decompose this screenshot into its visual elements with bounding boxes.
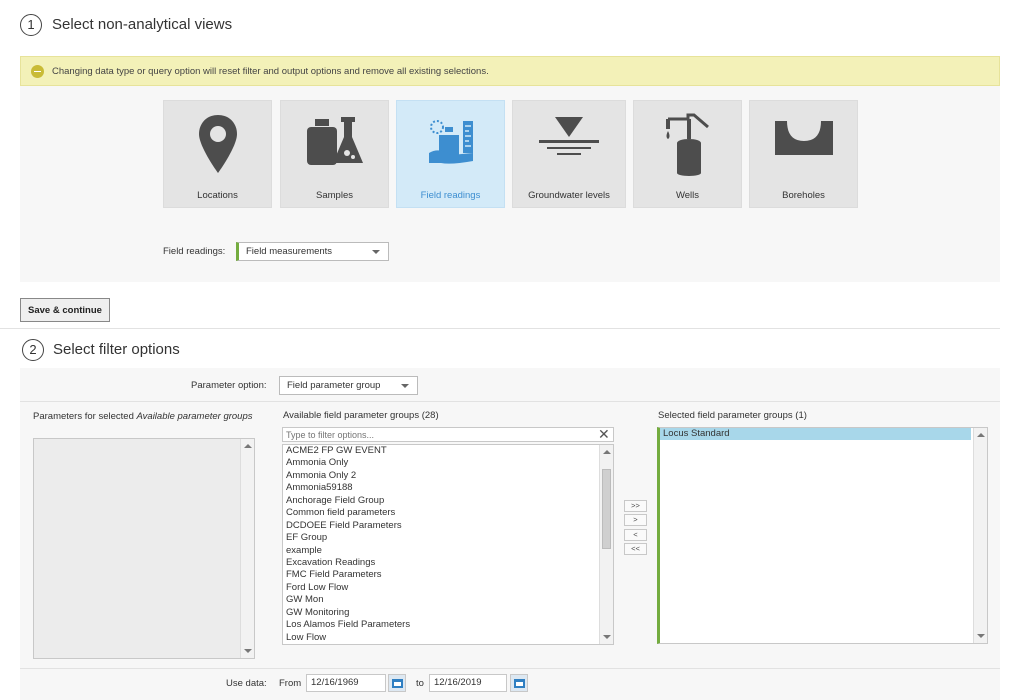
tile-label: Boreholes xyxy=(782,190,825,201)
chevron-down-icon xyxy=(401,384,409,388)
tile-label: Samples xyxy=(316,190,353,201)
save-continue-button[interactable]: Save & continue xyxy=(20,298,110,322)
step-1-number: 1 xyxy=(20,14,42,36)
scrollbar[interactable] xyxy=(599,445,613,644)
section-divider xyxy=(0,328,1000,329)
list-item[interactable]: GW Monitoring xyxy=(283,607,597,619)
tile-label: Groundwater levels xyxy=(528,190,610,201)
close-icon[interactable]: ✕ xyxy=(598,426,610,442)
to-date-input[interactable]: 12/16/2019 xyxy=(429,674,507,692)
list-item[interactable]: Ammonia Only xyxy=(283,457,597,469)
scroll-up-icon[interactable] xyxy=(244,444,252,448)
scroll-down-icon[interactable] xyxy=(244,649,252,653)
samples-icon xyxy=(306,117,363,165)
to-label: to xyxy=(416,678,424,689)
warning-text: Changing data type or query option will … xyxy=(52,65,489,77)
list-item[interactable]: Common field parameters xyxy=(283,507,597,519)
tile-wells[interactable]: Wells xyxy=(633,100,742,208)
calendar-icon[interactable] xyxy=(510,674,528,692)
list-item[interactable]: EF Group xyxy=(283,532,597,544)
parameter-option-value: Field parameter group xyxy=(287,380,381,391)
move-right-button[interactable]: > xyxy=(624,514,647,526)
available-groups-header: Available field parameter groups (28) xyxy=(283,410,439,421)
chevron-down-icon xyxy=(372,250,380,254)
scroll-up-icon[interactable] xyxy=(977,433,985,437)
tile-samples[interactable]: Samples xyxy=(280,100,389,208)
calendar-icon[interactable] xyxy=(388,674,406,692)
step-2-number: 2 xyxy=(22,339,44,361)
well-icon xyxy=(665,113,709,176)
filter-input[interactable] xyxy=(282,427,614,442)
move-all-right-button[interactable]: >> xyxy=(624,500,647,512)
list-item[interactable]: example xyxy=(283,545,597,557)
parameter-option-select[interactable]: Field parameter group xyxy=(279,376,418,395)
tile-field-readings[interactable]: Field readings xyxy=(396,100,505,208)
step-1-title: Select non-analytical views xyxy=(52,16,233,33)
borehole-icon xyxy=(774,121,833,155)
scroll-down-icon[interactable] xyxy=(603,635,611,639)
scroll-up-icon[interactable] xyxy=(603,450,611,454)
tile-groundwater-levels[interactable]: Groundwater levels xyxy=(512,100,626,208)
selected-groups-header: Selected field parameter groups (1) xyxy=(658,410,807,421)
filter-divider xyxy=(20,401,1000,402)
field-readings-label: Field readings: xyxy=(163,246,226,257)
list-item[interactable]: Excavation Readings xyxy=(283,557,597,569)
tile-label: Locations xyxy=(197,190,238,201)
scrollbar[interactable] xyxy=(973,428,987,643)
field-readings-icon xyxy=(428,120,473,164)
from-date-input[interactable]: 12/16/1969 xyxy=(306,674,386,692)
available-groups-list[interactable]: ACME2 FP GW EVENT Ammonia Only Ammonia O… xyxy=(282,444,614,645)
panel-title-em: Available parameter groups xyxy=(136,411,253,422)
warning-icon xyxy=(31,64,44,78)
parameters-list[interactable] xyxy=(33,438,255,659)
location-pin-icon xyxy=(198,115,237,173)
tile-label: Wells xyxy=(675,190,700,201)
list-item[interactable]: Ammonia Only 2 xyxy=(283,470,597,482)
list-item[interactable]: DCDOEE Field Parameters xyxy=(283,520,597,532)
list-item[interactable]: Ammonia59188 xyxy=(283,482,597,494)
move-left-button[interactable]: < xyxy=(624,529,647,541)
field-readings-value: Field measurements xyxy=(246,246,333,257)
parameter-option-label: Parameter option: xyxy=(191,380,267,391)
from-label: From xyxy=(279,678,302,689)
list-item[interactable]: Ford Low Flow xyxy=(283,582,597,594)
tile-boreholes[interactable]: Boreholes xyxy=(749,100,858,208)
scrollbar[interactable] xyxy=(240,439,254,658)
list-item[interactable]: GW Mon xyxy=(283,594,597,606)
use-data-label: Use data: xyxy=(226,678,267,689)
list-item[interactable]: Low Flow xyxy=(283,632,597,644)
selected-groups-list[interactable]: Locus Standard xyxy=(657,427,988,644)
tile-label: Field readings xyxy=(420,190,481,201)
list-item[interactable]: Los Alamos Field Parameters xyxy=(283,619,597,631)
list-item[interactable]: Locus Standard xyxy=(660,428,971,441)
scroll-thumb[interactable] xyxy=(602,469,611,549)
tile-locations[interactable]: Locations xyxy=(163,100,272,208)
list-item[interactable]: ACME2 FP GW EVENT xyxy=(283,445,597,457)
date-divider xyxy=(20,668,1000,669)
warning-banner: Changing data type or query option will … xyxy=(20,56,1000,86)
list-item[interactable]: FMC Field Parameters xyxy=(283,569,597,581)
step-2-title: Select filter options xyxy=(53,341,180,358)
move-all-left-button[interactable]: << xyxy=(624,543,647,555)
field-readings-select[interactable]: Field measurements xyxy=(236,242,389,261)
parameters-panel-title: Parameters for selected Available parame… xyxy=(33,410,253,423)
list-item[interactable]: Anchorage Field Group xyxy=(283,495,597,507)
panel-title-prefix: Parameters for selected xyxy=(33,411,137,422)
scroll-down-icon[interactable] xyxy=(977,634,985,638)
groundwater-icon xyxy=(539,117,599,155)
